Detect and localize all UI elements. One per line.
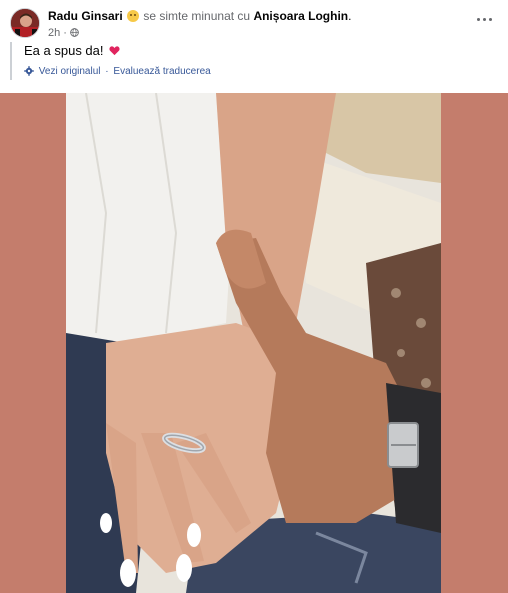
more-dot	[483, 18, 486, 21]
caption-block: Ea a spus da! Vezi originalul · Evalueaz…	[10, 42, 504, 80]
post-meta: 2h ·	[48, 26, 79, 40]
more-dot	[489, 18, 492, 21]
avatar-image	[11, 9, 39, 37]
see-original-link[interactable]: Vezi originalul	[39, 66, 101, 77]
rate-translation-link[interactable]: Evaluează traducerea	[113, 66, 210, 77]
translation-separator: ·	[105, 66, 109, 77]
header-line: Radu Ginsari se simte minunat cu Anișoar…	[48, 9, 351, 24]
header-trailing-punct: .	[348, 9, 352, 23]
feed-post: Radu Ginsari se simte minunat cu Anișoar…	[0, 0, 508, 593]
more-options-icon[interactable]	[474, 14, 494, 24]
post-header: Radu Ginsari se simte minunat cu Anișoar…	[10, 8, 500, 40]
author-avatar[interactable]	[10, 8, 40, 38]
post-caption: Ea a spus da!	[24, 42, 504, 59]
smiling-face-icon	[127, 10, 140, 22]
tagged-person[interactable]: Anișoara Loghin	[253, 9, 348, 23]
caption-text: Ea a spus da!	[24, 43, 104, 58]
globe-icon[interactable]	[70, 28, 79, 37]
author-name[interactable]: Radu Ginsari	[48, 9, 123, 23]
heart-icon	[109, 46, 120, 56]
gear-icon	[24, 66, 34, 76]
more-dot	[477, 18, 480, 21]
translation-bar: Vezi originalul · Evaluează traducerea	[24, 65, 504, 78]
post-photo[interactable]	[66, 93, 441, 593]
post-photo-container[interactable]	[0, 93, 508, 593]
feeling-text: se simte minunat cu	[143, 9, 251, 23]
post-time[interactable]: 2h	[48, 27, 60, 39]
meta-separator: ·	[63, 27, 67, 39]
